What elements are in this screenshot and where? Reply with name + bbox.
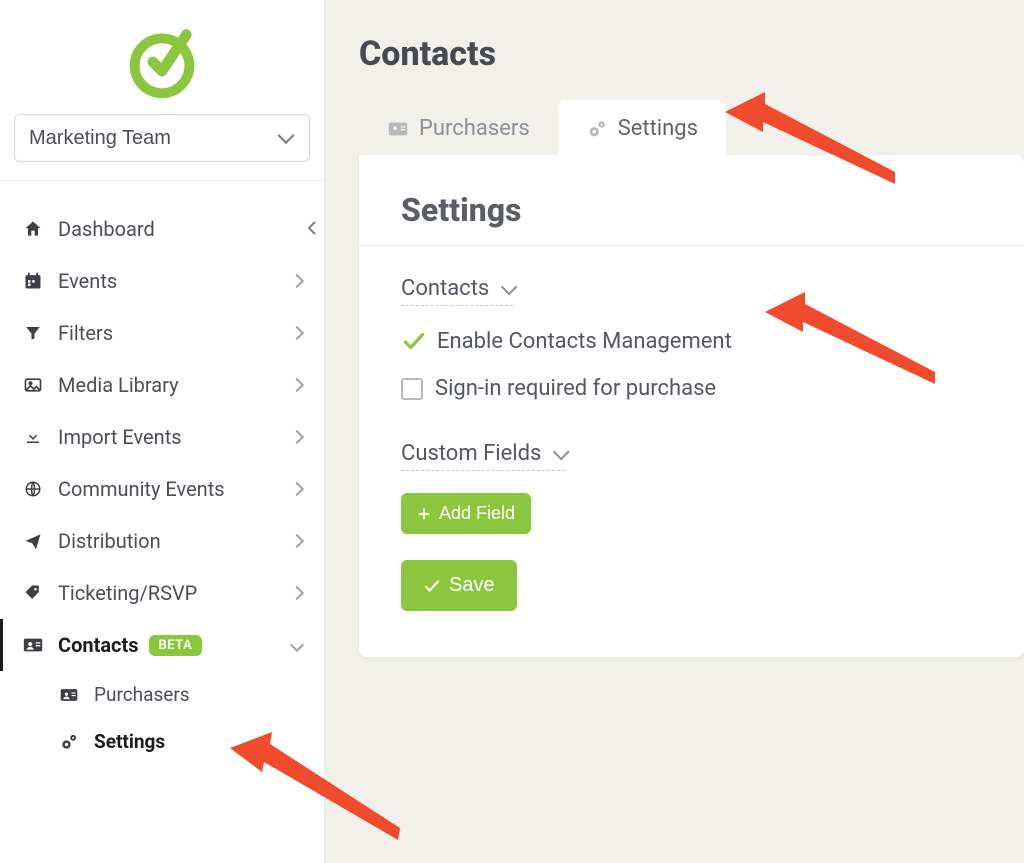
- sidebar-item-dashboard[interactable]: Dashboard: [0, 203, 324, 255]
- button-label: Save: [449, 574, 495, 597]
- tab-purchasers[interactable]: Purchasers: [359, 100, 558, 155]
- chevron-right-icon: [290, 326, 304, 340]
- id-card-icon: [22, 634, 44, 656]
- check-icon: [423, 577, 441, 595]
- tab-settings[interactable]: Settings: [558, 100, 726, 155]
- sidebar-item-label: Ticketing/RSVP: [58, 581, 197, 605]
- tag-icon: [22, 582, 44, 604]
- chevron-right-icon: [290, 274, 304, 288]
- subnav-item-purchasers[interactable]: Purchasers: [36, 671, 324, 718]
- option-enable-contacts[interactable]: Enable Contacts Management: [401, 328, 982, 354]
- section-contacts-toggle[interactable]: Contacts: [401, 276, 513, 306]
- main-nav: Dashboard Events Filters Media Library: [0, 181, 324, 765]
- page-title: Contacts: [359, 34, 1024, 74]
- sidebar-item-label: Contacts: [58, 633, 139, 657]
- send-icon: [22, 530, 44, 552]
- tab-label: Settings: [618, 116, 698, 141]
- chevron-down-icon: [290, 638, 304, 652]
- download-icon: [22, 426, 44, 448]
- option-label: Sign-in required for purchase: [435, 376, 716, 401]
- panel-title: Settings: [401, 191, 982, 229]
- add-field-button[interactable]: Add Field: [401, 493, 531, 534]
- option-label: Enable Contacts Management: [437, 329, 732, 354]
- chevron-right-icon: [290, 534, 304, 548]
- sidebar-item-media-library[interactable]: Media Library: [0, 359, 324, 411]
- section-label: Contacts: [401, 276, 489, 301]
- sidebar-item-contacts[interactable]: Contacts BETA: [0, 619, 324, 671]
- sidebar-item-label: Community Events: [58, 477, 225, 501]
- globe-icon: [22, 478, 44, 500]
- sidebar-item-ticketing[interactable]: Ticketing/RSVP: [0, 567, 324, 619]
- subnav-item-settings[interactable]: Settings: [36, 718, 324, 765]
- sidebar-item-import-events[interactable]: Import Events: [0, 411, 324, 463]
- contacts-subnav: Purchasers Settings: [0, 671, 324, 765]
- sidebar: Marketing Team Dashboard Events: [0, 0, 325, 863]
- sidebar-item-distribution[interactable]: Distribution: [0, 515, 324, 567]
- sidebar-item-label: Dashboard: [58, 217, 155, 241]
- sidebar-item-label: Media Library: [58, 373, 179, 397]
- logo-icon: [124, 24, 200, 100]
- filter-icon: [22, 322, 44, 344]
- chevron-down-icon: [501, 278, 518, 295]
- option-signin-required[interactable]: Sign-in required for purchase: [401, 376, 982, 401]
- sidebar-item-label: Import Events: [58, 425, 182, 449]
- home-icon: [22, 218, 44, 240]
- calendar-icon: [22, 270, 44, 292]
- main-content: Contacts Purchasers Settings Settings Co…: [325, 0, 1024, 863]
- plus-icon: [417, 507, 431, 521]
- id-card-icon: [387, 118, 409, 140]
- section-label: Custom Fields: [401, 441, 541, 466]
- sidebar-item-label: Distribution: [58, 529, 161, 553]
- checkbox-icon: [401, 378, 423, 400]
- sidebar-item-label: Events: [58, 269, 117, 293]
- chevron-right-icon: [290, 430, 304, 444]
- tab-label: Purchasers: [419, 116, 530, 141]
- logo: [0, 0, 324, 110]
- button-label: Add Field: [439, 503, 515, 524]
- chevron-down-icon: [553, 443, 570, 460]
- tabs: Purchasers Settings: [359, 100, 1024, 155]
- chevron-right-icon: [290, 586, 304, 600]
- subnav-item-label: Settings: [94, 730, 165, 753]
- chevron-right-icon: [290, 378, 304, 392]
- team-select[interactable]: Marketing Team: [14, 114, 310, 162]
- section-custom-fields-toggle[interactable]: Custom Fields: [401, 441, 565, 471]
- sidebar-item-filters[interactable]: Filters: [0, 307, 324, 359]
- sidebar-item-events[interactable]: Events: [0, 255, 324, 307]
- chevron-right-icon: [290, 482, 304, 496]
- beta-badge: BETA: [149, 635, 203, 656]
- divider: [359, 245, 1024, 246]
- subnav-item-label: Purchasers: [94, 683, 190, 706]
- image-icon: [22, 374, 44, 396]
- id-card-icon: [58, 684, 80, 706]
- gear-icon: [58, 731, 80, 753]
- sidebar-item-community-events[interactable]: Community Events: [0, 463, 324, 515]
- checkmark-icon: [401, 328, 427, 354]
- sidebar-item-label: Filters: [58, 321, 113, 345]
- gear-icon: [586, 118, 608, 140]
- save-button[interactable]: Save: [401, 560, 517, 611]
- settings-panel: Settings Contacts Enable Contacts Manage…: [359, 155, 1024, 657]
